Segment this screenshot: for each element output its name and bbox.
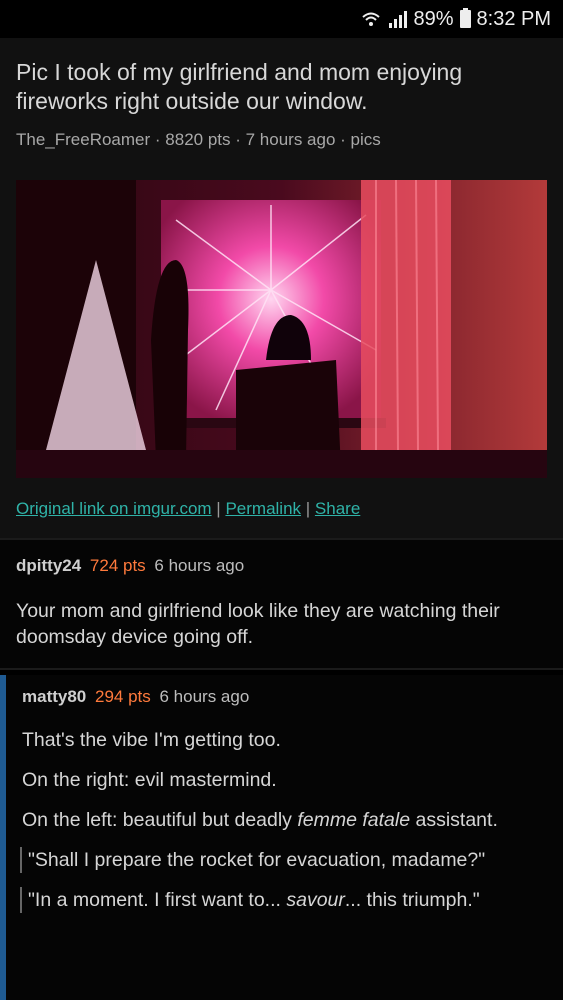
comment-username[interactable]: dpitty24	[16, 556, 81, 575]
reply-comment[interactable]: matty80 294 pts 6 hours ago That's the v…	[0, 675, 563, 1000]
share-link[interactable]: Share	[315, 499, 360, 518]
post-image[interactable]	[16, 179, 547, 478]
reply-points: 294 pts	[95, 687, 151, 706]
wifi-icon	[362, 12, 381, 26]
quote-line: "In a moment. I first want to... savour.…	[28, 889, 480, 911]
battery-icon	[459, 8, 471, 28]
reply-quote: "In a moment. I first want to... savour.…	[20, 887, 545, 913]
post: Pic I took of my girlfriend and mom enjo…	[0, 38, 563, 538]
reply-paragraph: On the right: evil mastermind.	[22, 769, 277, 791]
comment-points: 724 pts	[89, 556, 146, 575]
quote-line: "Shall I prepare the rocket for evacuati…	[28, 849, 486, 871]
post-author[interactable]: The_FreeRoamer	[16, 130, 150, 149]
comment[interactable]: dpitty24 724 pts 6 hours ago Your mom an…	[0, 540, 563, 668]
reply-paragraph: On the left: beautiful but deadly femme …	[22, 809, 498, 831]
post-title[interactable]: Pic I took of my girlfriend and mom enjo…	[16, 58, 547, 116]
permalink-link[interactable]: Permalink	[225, 499, 301, 518]
reply-depth-bar	[0, 675, 6, 1000]
status-bar: 89% 8:32 PM	[0, 0, 563, 38]
post-time: 7 hours ago	[245, 130, 336, 149]
signal-icon	[389, 11, 408, 28]
post-subreddit[interactable]: pics	[351, 130, 381, 149]
reply-header: matty80 294 pts 6 hours ago	[22, 687, 545, 707]
divider	[0, 668, 563, 670]
clock: 8:32 PM	[476, 7, 551, 30]
battery-percent: 89%	[413, 7, 454, 30]
post-links: Original link on imgur.com | Permalink |…	[16, 499, 361, 518]
reply-username[interactable]: matty80	[22, 687, 86, 706]
original-link[interactable]: Original link on imgur.com	[16, 499, 212, 518]
post-meta: The_FreeRoamer · 8820 pts · 7 hours ago …	[16, 130, 381, 149]
reply-time: 6 hours ago	[159, 687, 250, 706]
reply-quote: "Shall I prepare the rocket for evacuati…	[20, 847, 545, 873]
post-points: 8820 pts	[165, 130, 231, 149]
reply-paragraph: That's the vibe I'm getting too.	[22, 729, 281, 751]
comment-time: 6 hours ago	[154, 556, 245, 575]
comment-body: Your mom and girlfriend look like they a…	[16, 600, 500, 648]
comment-header: dpitty24 724 pts 6 hours ago	[16, 556, 547, 576]
